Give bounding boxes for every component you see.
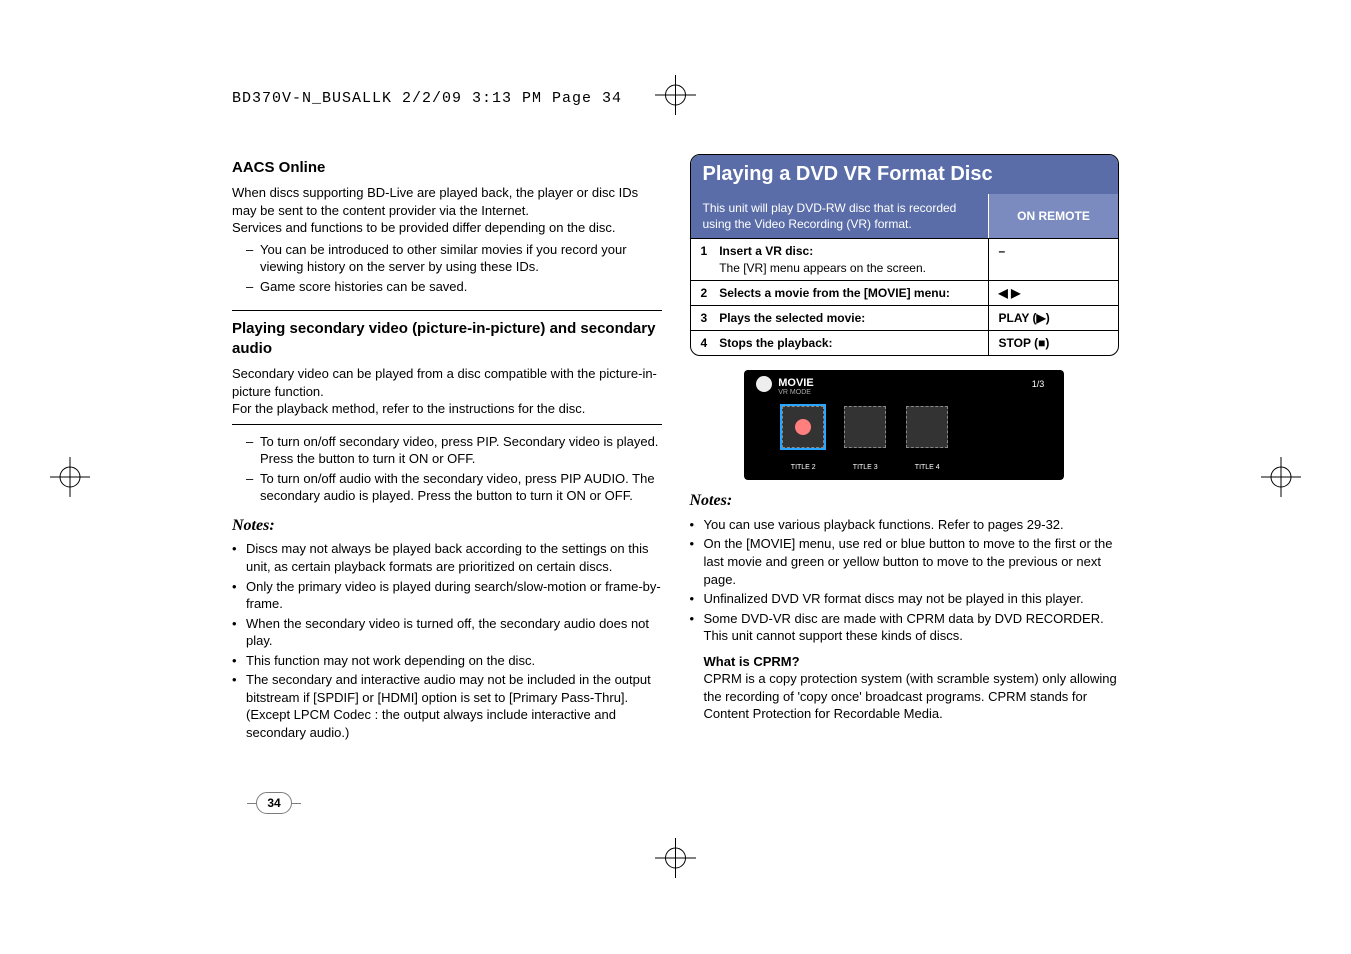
pip-list-item: To turn on/off audio with the secondary … [246,470,662,505]
panel-sub-text: This unit will play DVD-RW disc that is … [691,194,989,238]
step-label: Plays the selected movie: [709,305,988,330]
disc-icon [756,376,772,392]
step-label: Selects a movie from the [MOVIE] menu: [709,280,988,305]
pip-intro: Secondary video can be played from a dis… [232,365,662,425]
page-number: 34 [256,792,292,814]
thumb-icon [844,406,886,448]
note-item: Discs may not always be played back acco… [232,540,662,575]
content-area: AACS Online When discs supporting BD-Liv… [232,150,1119,749]
thumb-icon [906,406,948,448]
pip-p1: Secondary video can be played from a dis… [232,365,662,400]
heading-aacs: AACS Online [232,158,662,178]
notes-heading-left: Notes: [232,515,662,537]
step-sub: The [VR] menu appears on the screen. [719,260,977,276]
right-column: Playing a DVD VR Format Disc This unit w… [690,150,1120,749]
running-head: BD370V-N_BUSALLK 2/2/09 3:13 PM Page 34 [232,90,622,107]
notes-heading-right: Notes: [690,490,1120,512]
step-remote: ◀ ▶ [988,280,1118,305]
step-label: Insert a VR disc: The [VR] menu appears … [709,239,988,280]
aacs-p1: When discs supporting BD-Live are played… [232,184,662,219]
step-index: 4 [691,331,710,356]
screenshot-pager: 1/3 [1032,378,1045,390]
notes-list-right: You can use various playback functions. … [690,516,1120,645]
panel-title: Playing a DVD VR Format Disc [691,155,1119,194]
table-row: 3 Plays the selected movie: PLAY (▶) [691,305,1119,330]
pip-list: To turn on/off secondary video, press PI… [232,433,662,505]
panel-on-remote: ON REMOTE [988,194,1118,238]
table-row: 1 Insert a VR disc: The [VR] menu appear… [691,239,1119,280]
step-remote: STOP (■) [988,331,1118,356]
step-index: 3 [691,305,710,330]
notes-list-left: Discs may not always be played back acco… [232,540,662,741]
procedure-panel: Playing a DVD VR Format Disc This unit w… [690,154,1120,356]
thumb-title: TITLE 3 [844,463,886,472]
note-item: You can use various playback functions. … [690,516,1120,534]
pip-p2: For the playback method, refer to the in… [232,400,662,418]
step-label-text: Selects a movie from the [MOVIE] menu: [719,286,950,300]
thumb-title: TITLE 2 [782,463,824,472]
step-label-text: Plays the selected movie: [719,311,865,325]
aacs-p2: Services and functions to be provided di… [232,219,662,237]
step-remote: PLAY (▶) [988,305,1118,330]
aacs-list: You can be introduced to other similar m… [232,241,662,296]
step-remote: – [988,239,1118,280]
screenshot-subtitle: VR MODE [778,388,811,397]
note-item: This function may not work depending on … [232,652,662,670]
thumb-title: TITLE 4 [906,463,948,472]
pip-list-item: To turn on/off secondary video, press PI… [246,433,662,468]
note-item: The secondary and interactive audio may … [232,671,662,741]
screenshot-thumbs [782,406,1026,452]
note-item: Unfinalized DVD VR format discs may not … [690,590,1120,608]
cprm-heading: What is CPRM? [704,653,1120,671]
movie-menu-screenshot: MOVIE VR MODE 1/3 TITLE 2 TITLE 3 TITLE … [744,370,1064,480]
cprm-block: What is CPRM? CPRM is a copy protection … [690,653,1120,723]
step-label-text: Stops the playback: [719,336,832,350]
note-item: On the [MOVIE] menu, use red or blue but… [690,535,1120,588]
step-index: 2 [691,280,710,305]
table-row: 4 Stops the playback: STOP (■) [691,331,1119,356]
step-index: 1 [691,239,710,280]
note-item: Only the primary video is played during … [232,578,662,613]
aacs-list-item: You can be introduced to other similar m… [246,241,662,276]
left-column: AACS Online When discs supporting BD-Liv… [232,150,662,749]
thumb-icon [782,406,824,448]
note-item: Some DVD-VR disc are made with CPRM data… [690,610,1120,645]
panel-subhead: This unit will play DVD-RW disc that is … [691,194,1119,238]
heading-pip: Playing secondary video (picture-in-pict… [232,319,662,360]
cprm-body: CPRM is a copy protection system (with s… [704,670,1120,723]
step-label: Stops the playback: [709,331,988,356]
steps-table: 1 Insert a VR disc: The [VR] menu appear… [691,238,1119,355]
aacs-list-item: Game score histories can be saved. [246,278,662,296]
screenshot-titles: TITLE 2 TITLE 3 TITLE 4 [782,463,1026,472]
table-row: 2 Selects a movie from the [MOVIE] menu:… [691,280,1119,305]
note-item: When the secondary video is turned off, … [232,615,662,650]
step-label-text: Insert a VR disc: [719,244,813,258]
aacs-intro: When discs supporting BD-Live are played… [232,184,662,310]
